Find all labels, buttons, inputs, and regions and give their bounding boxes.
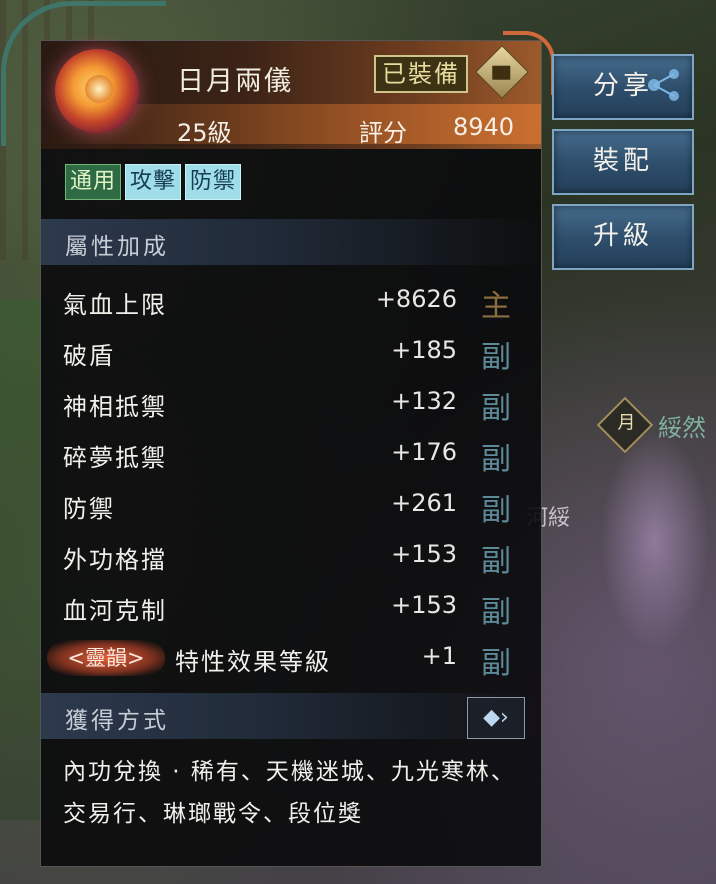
item-detail-panel: 日月兩儀 已裝備 25級 評分 8940 通用 攻擊 防禦 屬性加成 氣血上限 …	[1, 1, 555, 867]
source-section-title: 獲得方式	[65, 708, 169, 734]
rune-secondary-tag: 副	[481, 646, 511, 681]
share-button[interactable]: 分享	[552, 54, 694, 120]
attribute-value: +185	[391, 336, 457, 364]
attribute-primary-tag: 主	[481, 289, 511, 324]
attribute-row: 防禦 +261 副	[41, 479, 541, 529]
attribute-name: 氣血上限	[63, 291, 167, 319]
attribute-name: 防禦	[63, 495, 115, 523]
attribute-secondary-tag: 副	[481, 391, 511, 426]
attribute-row: 血河克制 +153 副	[41, 581, 541, 631]
corner-ornament-left	[1, 1, 166, 146]
equip-button-label: 裝配	[592, 146, 653, 176]
item-level: 25級	[177, 119, 232, 147]
score-value: 8940	[453, 113, 515, 141]
attribute-row: 外功格擋 +153 副	[41, 530, 541, 580]
attribute-name: 破盾	[63, 342, 115, 370]
attributes-section-header: 屬性加成	[41, 219, 541, 265]
attribute-row: 氣血上限 +8626 主	[41, 275, 541, 325]
attribute-row: 碎夢抵禦 +176 副	[41, 428, 541, 478]
attributes-section-title: 屬性加成	[65, 234, 169, 260]
score-label: 評分	[359, 119, 407, 147]
item-tags: 通用 攻擊 防禦	[65, 164, 242, 200]
attribute-value: +132	[391, 387, 457, 415]
attribute-row: 破盾 +185 副	[41, 326, 541, 376]
attribute-name: 外功格擋	[63, 546, 167, 574]
rune-value: +1	[421, 642, 457, 670]
attribute-value: +8626	[375, 285, 457, 313]
attribute-value: +153	[391, 591, 457, 619]
rune-name: 特性效果等級	[175, 648, 331, 676]
tag-attack: 攻擊	[125, 164, 182, 200]
tag-general: 通用	[65, 164, 122, 200]
attribute-secondary-tag: 副	[481, 595, 511, 630]
background-character	[600, 430, 710, 650]
attribute-value: +153	[391, 540, 457, 568]
attribute-name: 血河克制	[63, 597, 167, 625]
rune-label: <靈韻>	[47, 640, 165, 676]
equipped-badge: 已裝備	[374, 55, 468, 93]
source-section-header: 獲得方式 ◆›	[41, 693, 541, 739]
attribute-value: +261	[391, 489, 457, 517]
attribute-name: 神相抵禦	[63, 393, 167, 421]
source-expand-button[interactable]: ◆›	[467, 697, 525, 739]
upgrade-button-label: 升級	[592, 221, 653, 251]
tag-defense: 防禦	[185, 164, 242, 200]
attribute-value: +176	[391, 438, 457, 466]
attribute-name: 碎夢抵禦	[63, 444, 167, 472]
rune-attribute-row: <靈韻> 特性效果等級 +1 副	[41, 632, 541, 682]
source-description: 內功兌換 · 稀有、天機迷城、九光寒林、交易行、琳瑯戰令、段位獎	[63, 759, 516, 827]
attribute-secondary-tag: 副	[481, 340, 511, 375]
share-icon	[648, 69, 679, 101]
corner-ornament-right	[503, 31, 555, 95]
world-player-name: 綏然	[658, 414, 706, 442]
chevron-right-icon: ◆›	[483, 705, 509, 730]
upgrade-button[interactable]: 升級	[552, 204, 694, 270]
attribute-secondary-tag: 副	[481, 544, 511, 579]
item-name: 日月兩儀	[177, 66, 293, 97]
equip-button[interactable]: 裝配	[552, 129, 694, 195]
attribute-secondary-tag: 副	[481, 493, 511, 528]
attribute-secondary-tag: 副	[481, 442, 511, 477]
attribute-row: 神相抵禦 +132 副	[41, 377, 541, 427]
